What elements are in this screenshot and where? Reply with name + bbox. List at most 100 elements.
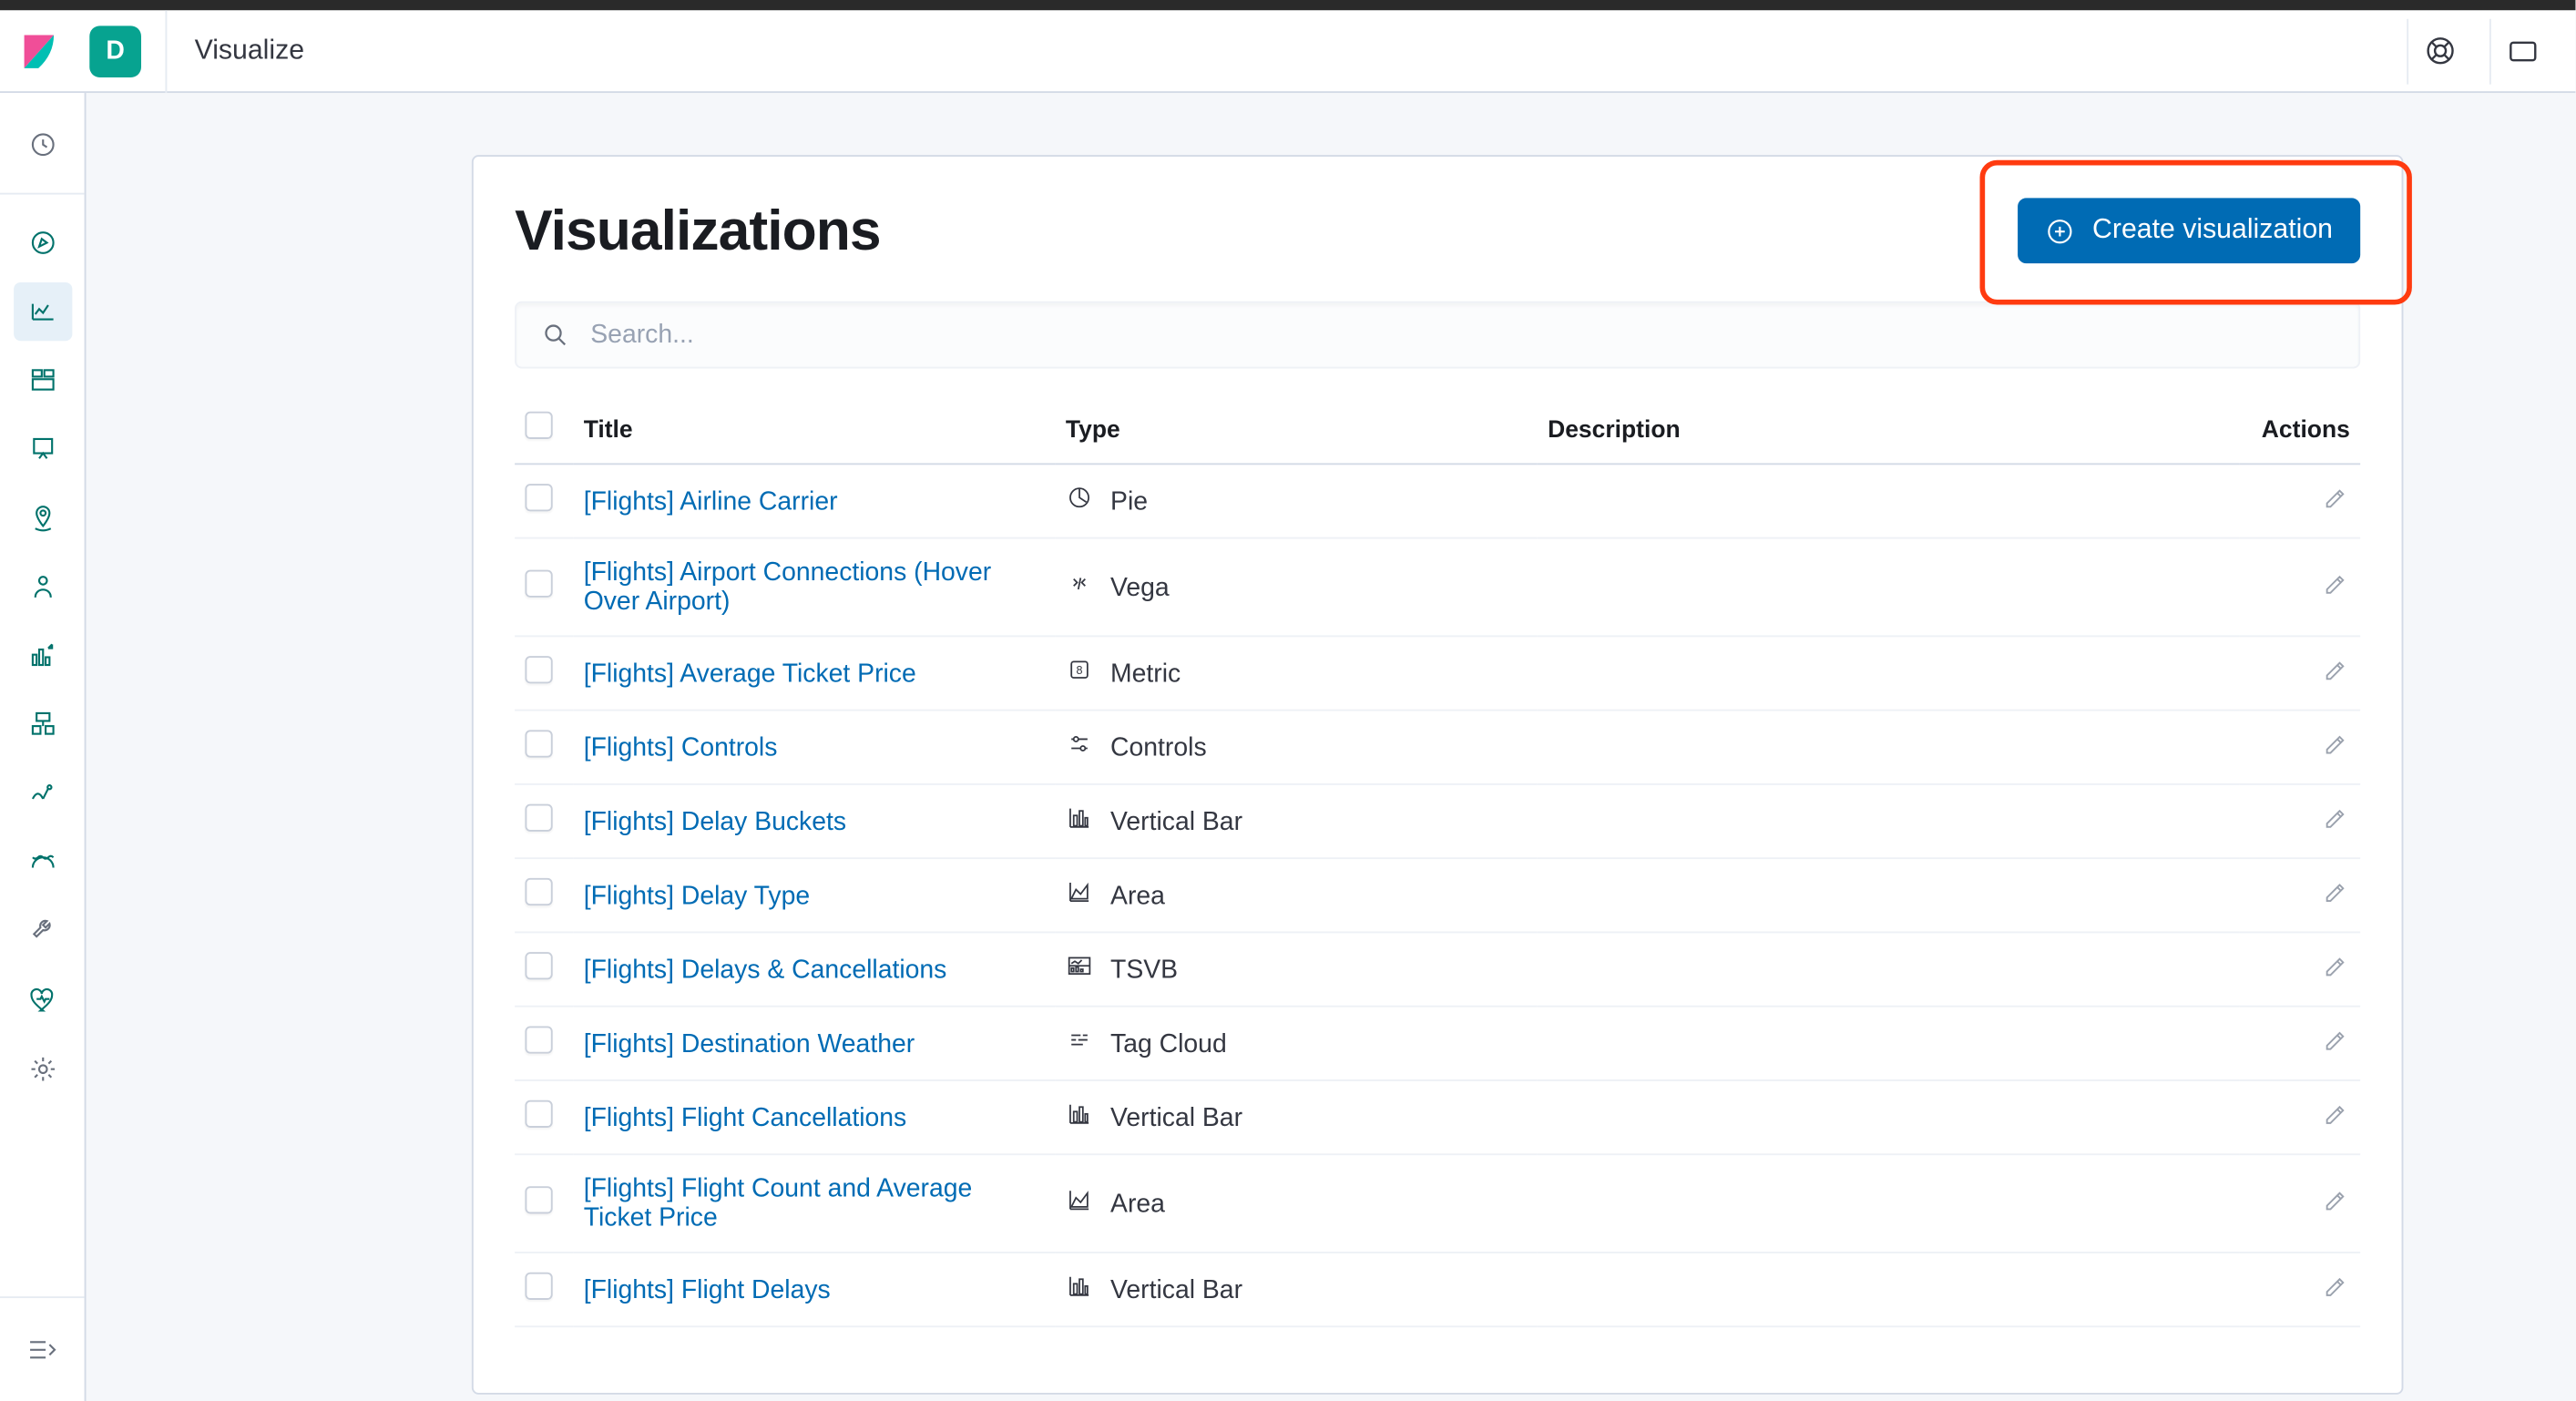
type-label: Area: [1110, 881, 1165, 910]
nav-apm[interactable]: [13, 764, 71, 823]
visualization-title-link[interactable]: [Flights] Average Ticket Price: [584, 659, 916, 688]
search-icon: [540, 321, 569, 350]
left-nav: [0, 93, 87, 1401]
visualization-title-link[interactable]: [Flights] Delay Buckets: [584, 806, 846, 835]
row-checkbox[interactable]: [525, 804, 552, 832]
page-title: Visualizations: [515, 198, 881, 263]
pencil-icon[interactable]: [2323, 730, 2350, 757]
type-icon: [1066, 1100, 1093, 1135]
app-header: D Visualize: [0, 10, 2575, 93]
row-checkbox[interactable]: [525, 878, 552, 905]
pencil-icon[interactable]: [2323, 1026, 2350, 1053]
type-label: Tag Cloud: [1110, 1028, 1227, 1058]
table-row: [Flights] Controls Controls: [515, 711, 2360, 784]
heartbeat-icon: [26, 985, 57, 1016]
pencil-icon[interactable]: [2323, 1186, 2350, 1213]
row-checkbox[interactable]: [525, 656, 552, 683]
type-label: Controls: [1110, 732, 1207, 762]
visualization-title-link[interactable]: [Flights] Airport Connections (Hover Ove…: [584, 557, 991, 616]
header-divider: [165, 9, 167, 92]
type-icon: [1066, 952, 1093, 987]
nav-ml[interactable]: [13, 557, 71, 616]
visualization-title-link[interactable]: [Flights] Flight Cancellations: [584, 1103, 907, 1132]
nav-logs[interactable]: [13, 696, 71, 754]
space-avatar[interactable]: D: [89, 25, 141, 77]
type-label: Metric: [1110, 659, 1181, 688]
nav-maps[interactable]: [13, 489, 71, 547]
col-header-type[interactable]: Type: [1056, 393, 1538, 464]
row-checkbox[interactable]: [525, 1186, 552, 1213]
select-all-checkbox[interactable]: [525, 412, 552, 439]
visualization-title-link[interactable]: [Flights] Destination Weather: [584, 1028, 915, 1058]
help-button[interactable]: [2407, 18, 2472, 84]
row-checkbox[interactable]: [525, 484, 552, 511]
logs-icon: [26, 710, 57, 741]
type-label: Pie: [1110, 486, 1148, 516]
nav-monitoring[interactable]: [13, 971, 71, 1029]
search-bar[interactable]: [515, 302, 2360, 369]
kibana-logo-icon[interactable]: [21, 32, 59, 70]
type-label: TSVB: [1110, 955, 1178, 984]
type-icon: 8: [1066, 656, 1093, 690]
type-label: Vertical Bar: [1110, 806, 1242, 835]
table-row: [Flights] Flight Cancellations Vertical …: [515, 1080, 2360, 1154]
metrics-icon: [26, 640, 57, 671]
table-row: [Flights] Airport Connections (Hover Ove…: [515, 538, 2360, 637]
type-label: Vertical Bar: [1110, 1275, 1242, 1304]
col-header-title[interactable]: Title: [573, 393, 1055, 464]
nav-discover[interactable]: [13, 213, 71, 271]
col-header-description[interactable]: Description: [1538, 393, 2240, 464]
row-checkbox[interactable]: [525, 1100, 552, 1128]
col-header-actions: Actions: [2240, 393, 2360, 464]
row-checkbox[interactable]: [525, 730, 552, 757]
nav-recent[interactable]: [13, 116, 71, 174]
pencil-icon[interactable]: [2323, 878, 2350, 905]
visualization-title-link[interactable]: [Flights] Controls: [584, 732, 778, 762]
nav-management[interactable]: [13, 1040, 71, 1099]
nav-dev-tools[interactable]: [13, 902, 71, 960]
pencil-icon[interactable]: [2323, 1273, 2350, 1300]
pencil-icon[interactable]: [2323, 656, 2350, 683]
type-label: Area: [1110, 1189, 1165, 1218]
type-icon: [1066, 1026, 1093, 1060]
pencil-icon[interactable]: [2323, 952, 2350, 979]
table-row: [Flights] Average Ticket Price 8 Metric: [515, 636, 2360, 710]
ml-icon: [26, 571, 57, 602]
visualization-title-link[interactable]: [Flights] Flight Count and Average Ticke…: [584, 1174, 973, 1232]
search-input[interactable]: [590, 321, 2335, 350]
visualization-title-link[interactable]: [Flights] Delay Type: [584, 881, 810, 910]
pencil-icon[interactable]: [2323, 1100, 2350, 1128]
nav-metrics[interactable]: [13, 627, 71, 685]
type-icon: [1066, 878, 1093, 913]
visualizations-panel: Visualizations Create visualization: [472, 155, 2404, 1395]
table-row: [Flights] Delays & Cancellations TSVB: [515, 932, 2360, 1006]
plus-circle-icon: [2046, 216, 2075, 245]
visualization-title-link[interactable]: [Flights] Flight Delays: [584, 1275, 831, 1304]
create-visualization-button[interactable]: Create visualization: [2019, 198, 2360, 263]
breadcrumb[interactable]: Visualize: [195, 36, 304, 66]
row-checkbox[interactable]: [525, 570, 552, 598]
nav-uptime[interactable]: [13, 833, 71, 892]
create-button-label: Create visualization: [2092, 215, 2333, 246]
wrench-icon: [26, 915, 57, 946]
type-icon: [1066, 484, 1093, 518]
pencil-icon[interactable]: [2323, 804, 2350, 832]
row-checkbox[interactable]: [525, 952, 552, 979]
pencil-icon[interactable]: [2323, 570, 2350, 598]
visualization-title-link[interactable]: [Flights] Delays & Cancellations: [584, 955, 947, 984]
apm-icon: [26, 778, 57, 809]
mail-icon: [2507, 35, 2540, 67]
nav-canvas[interactable]: [13, 420, 71, 478]
uptime-icon: [26, 847, 57, 878]
row-checkbox[interactable]: [525, 1273, 552, 1300]
pencil-icon[interactable]: [2323, 484, 2350, 511]
visualization-title-link[interactable]: [Flights] Airline Carrier: [584, 486, 838, 516]
gear-icon: [26, 1054, 57, 1085]
nav-visualize[interactable]: [13, 282, 71, 341]
canvas-icon: [26, 434, 57, 465]
newsfeed-button[interactable]: [2489, 18, 2555, 84]
type-label: Vertical Bar: [1110, 1103, 1242, 1132]
nav-collapse[interactable]: [13, 1321, 71, 1379]
row-checkbox[interactable]: [525, 1026, 552, 1053]
nav-dashboard[interactable]: [13, 352, 71, 410]
